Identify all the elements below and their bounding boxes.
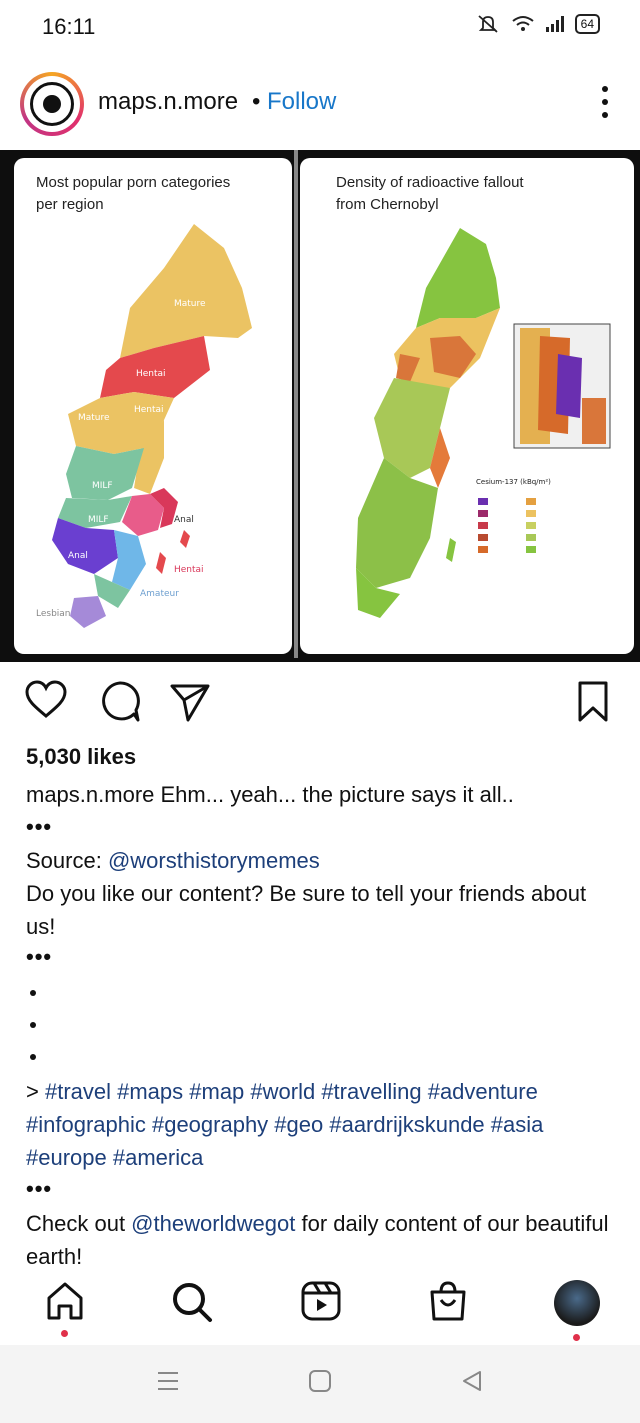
- mute-icon: [478, 15, 498, 33]
- source-line: Source: @worsthistorymemes: [26, 848, 320, 873]
- svg-text:MILF: MILF: [88, 515, 109, 525]
- hashtag-block: > #travel #maps #map #world #travelling …: [26, 1079, 544, 1170]
- svg-text:Amateur: Amateur: [140, 589, 179, 599]
- svg-text:Mature: Mature: [78, 413, 110, 423]
- image-divider: [294, 150, 298, 658]
- svg-text:Lesbian: Lesbian: [36, 609, 71, 619]
- status-icons: 64: [475, 14, 600, 34]
- svg-text:Hentai: Hentai: [136, 369, 166, 379]
- ellipsis-3: •••: [26, 1176, 53, 1201]
- fallout-legend: [478, 498, 536, 553]
- hashtags[interactable]: #travel #maps #map #world #travelling #a…: [26, 1079, 543, 1170]
- left-map-panel: Most popular porn categories per region …: [14, 158, 292, 654]
- caption-account[interactable]: maps.n.more: [26, 782, 154, 807]
- comment-icon[interactable]: [98, 680, 142, 724]
- profile-avatar[interactable]: [554, 1280, 600, 1326]
- more-options-icon[interactable]: [602, 86, 608, 118]
- account-avatar[interactable]: [20, 72, 84, 136]
- status-bar: 16:11 64: [0, 0, 640, 56]
- source-link[interactable]: @worsthistorymemes: [108, 848, 320, 873]
- bullet-1: [30, 990, 36, 996]
- status-time: 16:11: [42, 14, 96, 39]
- search-icon[interactable]: [170, 1280, 214, 1324]
- svg-text:Mature: Mature: [174, 299, 206, 309]
- battery-indicator: 64: [574, 14, 600, 34]
- bullet-3: [30, 1054, 36, 1060]
- checkout-line: Check out @theworldwegot for daily conte…: [26, 1211, 609, 1269]
- separator-dot: •: [252, 88, 261, 115]
- paper-plane-icon[interactable]: [168, 680, 212, 724]
- bottom-navigation: [0, 1276, 640, 1341]
- svg-text:Anal: Anal: [68, 551, 88, 561]
- menu-icon[interactable]: [156, 1369, 180, 1393]
- bullet-2: [30, 1022, 36, 1028]
- svg-text:Hentai: Hentai: [134, 405, 164, 415]
- system-navigation-bar: [0, 1345, 640, 1423]
- right-map-panel: Density of radioactive fallout from Cher…: [300, 158, 634, 654]
- svg-text:Hentai: Hentai: [174, 565, 204, 575]
- caption-first-line: maps.n.more Ehm... yeah... the picture s…: [26, 778, 616, 811]
- signal-icon: [545, 16, 564, 32]
- svg-text:Anal: Anal: [174, 515, 194, 525]
- bookmark-icon[interactable]: [576, 680, 610, 724]
- profile-notification-dot: [573, 1334, 580, 1341]
- home-button-icon[interactable]: [308, 1369, 332, 1393]
- post-header: maps.n.more • Follow: [0, 72, 640, 136]
- post-image[interactable]: Most popular porn categories per region …: [0, 150, 640, 662]
- caption-body: Ehm... yeah... the picture says it all..: [154, 782, 514, 807]
- wifi-icon: [512, 16, 534, 31]
- promo-text: Do you like our content? Be sure to tell…: [26, 881, 587, 939]
- back-icon[interactable]: [460, 1369, 484, 1393]
- sweden-categories-map: Mature Hentai Hentai Mature MILF MILF An…: [36, 224, 252, 628]
- svg-text:MILF: MILF: [92, 481, 113, 491]
- home-icon[interactable]: [44, 1280, 86, 1322]
- reels-icon[interactable]: [300, 1280, 342, 1322]
- likes-count[interactable]: 5,030 likes: [26, 744, 136, 770]
- account-name[interactable]: maps.n.more: [98, 88, 238, 116]
- follow-button[interactable]: Follow: [267, 88, 336, 116]
- action-bar: [0, 680, 640, 728]
- heart-icon[interactable]: [24, 680, 68, 720]
- checkout-link[interactable]: @theworldwegot: [131, 1211, 295, 1236]
- chernobyl-fallout-map: Cesium-137 (kBq/m²): [356, 228, 611, 618]
- ellipsis-2: •••: [26, 944, 53, 969]
- ellipsis-1: •••: [26, 814, 53, 839]
- globe-logo-icon: [30, 82, 74, 126]
- shop-icon[interactable]: [428, 1280, 468, 1322]
- home-notification-dot: [61, 1330, 68, 1337]
- svg-text:Cesium-137 (kBq/m²): Cesium-137 (kBq/m²): [476, 478, 551, 486]
